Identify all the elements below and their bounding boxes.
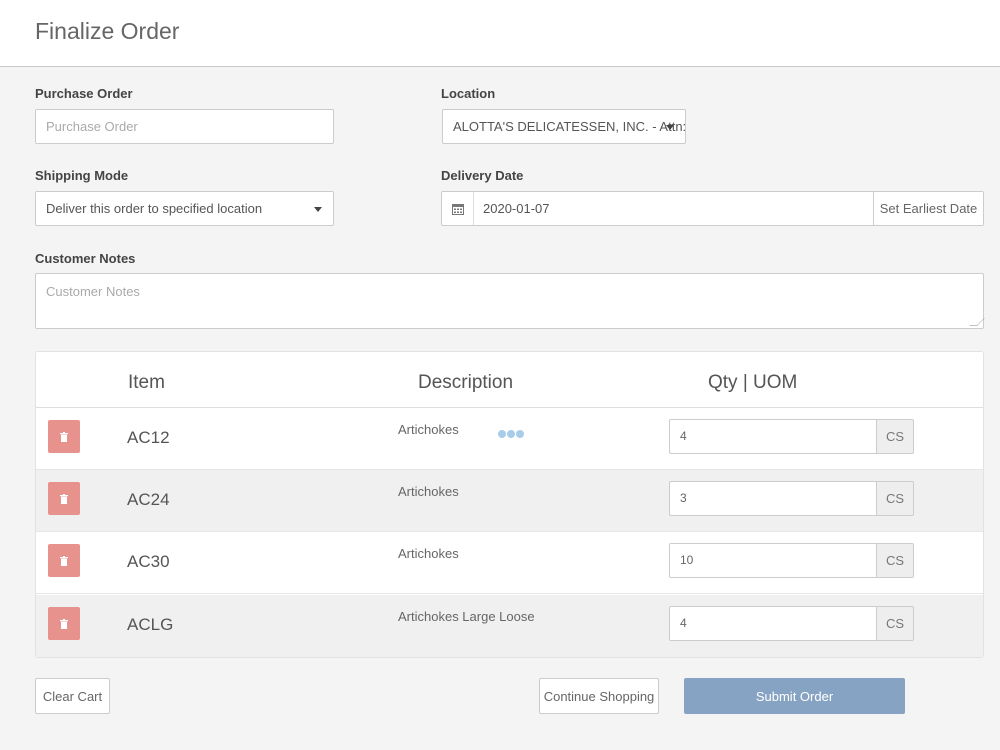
column-header-qty-uom: Qty | UOM bbox=[708, 372, 798, 393]
item-code: AC24 bbox=[127, 490, 170, 509]
customer-notes-label: Customer Notes bbox=[35, 251, 136, 266]
page-header: Finalize Order bbox=[0, 0, 1000, 67]
delivery-date-group: 2020-01-07 Set Earliest Date bbox=[441, 191, 984, 226]
item-code: ACLG bbox=[127, 615, 174, 634]
page-title: Finalize Order bbox=[35, 18, 180, 44]
shipping-mode-value: Deliver this order to specified location bbox=[46, 201, 263, 216]
submit-order-button[interactable]: Submit Order bbox=[684, 678, 905, 714]
continue-shopping-button[interactable]: Continue Shopping bbox=[539, 678, 659, 714]
location-select[interactable]: ALOTTA'S DELICATESSEN, INC. - Attn: bbox=[442, 109, 686, 144]
trash-icon bbox=[60, 493, 68, 504]
delete-item-button[interactable] bbox=[48, 544, 80, 577]
uom-label: CS bbox=[876, 543, 914, 578]
delete-item-button[interactable] bbox=[48, 607, 80, 640]
item-description: Artichokes bbox=[398, 422, 459, 437]
quantity-input[interactable]: 10 bbox=[669, 543, 877, 578]
shipping-mode-label: Shipping Mode bbox=[35, 168, 129, 183]
quantity-input[interactable]: 4 bbox=[669, 606, 877, 641]
customer-notes-placeholder: Customer Notes bbox=[46, 284, 140, 299]
set-earliest-date-button[interactable]: Set Earliest Date bbox=[873, 192, 983, 225]
location-value: ALOTTA'S DELICATESSEN, INC. - Attn: bbox=[453, 119, 686, 134]
delete-item-button[interactable] bbox=[48, 482, 80, 515]
table-row: AC30 Artichokes 10 CS bbox=[36, 532, 983, 594]
resize-handle-icon[interactable] bbox=[969, 318, 985, 326]
quantity-input[interactable]: 3 bbox=[669, 481, 877, 516]
table-row: AC12 Artichokes 4 CS bbox=[36, 408, 983, 470]
delivery-date-input[interactable]: 2020-01-07 bbox=[483, 192, 550, 225]
item-description: Artichokes Large Loose bbox=[398, 609, 535, 624]
trash-icon bbox=[60, 555, 68, 566]
customer-notes-textarea[interactable]: Customer Notes bbox=[35, 273, 985, 329]
calendar-icon[interactable] bbox=[442, 192, 474, 225]
chevron-down-icon bbox=[314, 207, 322, 212]
table-row: ACLG Artichokes Large Loose 4 CS bbox=[36, 595, 983, 657]
chevron-down-icon bbox=[666, 125, 674, 130]
delivery-date-label: Delivery Date bbox=[441, 168, 524, 183]
column-header-item: Item bbox=[128, 372, 165, 393]
table-row: AC24 Artichokes 3 CS bbox=[36, 470, 983, 532]
cart-table: Item Description Qty | UOM AC12 Artichok… bbox=[35, 351, 984, 658]
item-description: Artichokes bbox=[398, 546, 459, 561]
purchase-order-placeholder: Purchase Order bbox=[46, 119, 138, 134]
purchase-order-label: Purchase Order bbox=[35, 86, 133, 101]
uom-label: CS bbox=[876, 419, 914, 454]
quantity-input[interactable]: 4 bbox=[669, 419, 877, 454]
uom-label: CS bbox=[876, 606, 914, 641]
trash-icon bbox=[60, 431, 68, 442]
item-code: AC30 bbox=[127, 552, 170, 571]
location-label: Location bbox=[441, 86, 496, 101]
cart-table-header: Item Description Qty | UOM bbox=[36, 352, 983, 408]
shipping-mode-select[interactable]: Deliver this order to specified location bbox=[35, 191, 334, 226]
item-code: AC12 bbox=[127, 428, 170, 447]
clear-cart-button[interactable]: Clear Cart bbox=[35, 678, 110, 714]
purchase-order-input[interactable]: Purchase Order bbox=[35, 109, 334, 144]
loading-indicator-icon bbox=[498, 430, 524, 438]
column-header-description: Description bbox=[418, 372, 514, 393]
item-description: Artichokes bbox=[398, 484, 459, 499]
delete-item-button[interactable] bbox=[48, 420, 80, 453]
uom-label: CS bbox=[876, 481, 914, 516]
trash-icon bbox=[60, 618, 68, 629]
